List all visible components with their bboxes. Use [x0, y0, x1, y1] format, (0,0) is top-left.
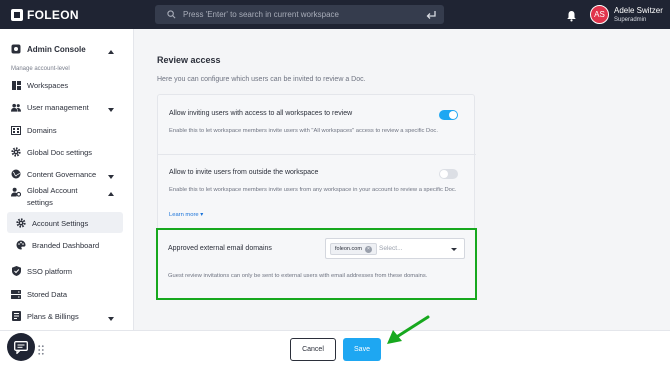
sidebar-item-label: Content Governance: [27, 169, 97, 179]
action-footer: Cancel Save: [0, 330, 670, 367]
chevron-down-icon[interactable]: [108, 314, 114, 323]
sidebar-item-label-group: Global Account settings: [27, 185, 77, 209]
sidebar-item-workspaces[interactable]: Workspaces: [0, 80, 134, 90]
sidebar-header-admin-console[interactable]: Admin Console: [0, 44, 134, 54]
sidebar-header-label: Admin Console: [27, 44, 86, 54]
sidebar-item-label: SSO platform: [27, 266, 73, 276]
sidebar-item-label: Branded Dashboard: [32, 240, 100, 250]
search-icon: [163, 7, 179, 23]
sidebar-subheader: Manage account-level: [11, 66, 70, 72]
user-name[interactable]: Adele Switzer: [614, 6, 663, 15]
storage-icon: [11, 289, 21, 299]
domains-select[interactable]: foleon.com × Select...: [325, 238, 465, 259]
sidebar-item-global-doc-settings[interactable]: Global Doc settings: [0, 147, 134, 157]
approved-domains-desc: Guest review invitations can only be sen…: [168, 273, 428, 279]
notifications-bell-icon[interactable]: [566, 9, 577, 27]
chevron-up-icon[interactable]: [108, 189, 114, 198]
sidebar-item-branded-dashboard[interactable]: Branded Dashboard: [0, 240, 134, 250]
learn-more-label: Learn more: [169, 212, 199, 218]
domain-chip: foleon.com ×: [330, 243, 377, 255]
search-input[interactable]: [183, 10, 423, 19]
sidebar-item-label-line2: settings: [27, 198, 53, 207]
sidebar-item-plans-billings[interactable]: Plans & Billings: [0, 311, 134, 321]
sidebar-item-domains[interactable]: Domains: [0, 125, 134, 135]
sidebar-item-label: Global Account: [27, 186, 78, 195]
option-outside-workspace-desc: Enable this to let workspace members inv…: [169, 187, 457, 193]
enter-key-icon: [425, 8, 437, 26]
domains-icon: [11, 125, 21, 135]
brand-logo[interactable]: FOLEON: [11, 8, 79, 22]
logo-mark-icon: [11, 9, 23, 21]
sidebar-item-stored-data[interactable]: Stored Data: [0, 289, 134, 299]
sidebar-item-account-settings[interactable]: Account Settings: [0, 218, 134, 228]
admin-console-icon: [11, 44, 21, 54]
remove-chip-icon[interactable]: ×: [364, 245, 372, 253]
sidebar-item-label: Global Doc settings: [27, 147, 93, 157]
billing-icon: [11, 311, 21, 321]
workspaces-icon: [11, 80, 21, 90]
gear-icon: [16, 218, 26, 228]
account-settings-icon: [11, 187, 21, 197]
sidebar-item-user-management[interactable]: User management: [0, 102, 134, 112]
select-placeholder: Select...: [379, 245, 403, 252]
chat-bubble-icon: [14, 340, 28, 354]
sidebar-item-label: User management: [27, 102, 89, 112]
sidebar-item-content-governance[interactable]: Content Governance: [0, 169, 134, 179]
option-all-workspaces-desc: Enable this to let workspace members inv…: [169, 128, 438, 134]
option-all-workspaces-title: Allow inviting users with access to all …: [169, 110, 353, 117]
approved-domains-label: Approved external email domains: [168, 245, 272, 252]
palette-icon: [16, 240, 26, 250]
sidebar-item-label: Plans & Billings: [27, 311, 79, 321]
user-avatar[interactable]: AS: [590, 5, 609, 24]
chevron-down-icon[interactable]: [108, 172, 114, 181]
cancel-button[interactable]: Cancel: [290, 338, 336, 361]
sidebar-item-label: Account Settings: [32, 218, 89, 228]
section-intro: Here you can configure which users can b…: [157, 76, 366, 83]
learn-more-link[interactable]: Learn more ▾: [169, 212, 203, 218]
users-icon: [11, 102, 21, 112]
user-role: Superadmin: [614, 17, 647, 23]
toggle-all-workspaces[interactable]: [439, 110, 458, 120]
annotation-arrow-icon: [383, 314, 431, 351]
sidebar-item-global-account-settings[interactable]: Global Account settings: [0, 185, 134, 209]
toggle-outside-workspace[interactable]: [439, 169, 458, 179]
brand-name: FOLEON: [27, 8, 79, 22]
toggle-knob: [449, 111, 457, 119]
top-bar: FOLEON AS Adele Switzer Superadmin: [0, 0, 670, 29]
domain-chip-label: foleon.com: [335, 246, 362, 252]
shield-icon: [11, 266, 21, 276]
sidebar-item-label: Stored Data: [27, 289, 68, 299]
section-title: Review access: [157, 55, 221, 65]
review-settings-card: Allow inviting users with access to all …: [156, 94, 477, 300]
toggle-knob: [440, 170, 448, 178]
card-divider: [158, 154, 476, 155]
drag-handle-icon[interactable]: [38, 342, 44, 360]
save-button[interactable]: Save: [343, 338, 381, 361]
chevron-down-icon: ▾: [200, 212, 204, 218]
chat-support-button[interactable]: [7, 333, 35, 361]
globe-icon: [11, 169, 21, 179]
sidebar-item-label: Domains: [27, 125, 57, 135]
sidebar-item-sso-platform[interactable]: SSO platform: [0, 266, 134, 276]
option-outside-workspace-title: Allow to invite users from outside the w…: [169, 169, 319, 176]
gear-icon: [11, 147, 21, 157]
sidebar: Admin Console Manage account-level Works…: [0, 29, 134, 367]
chevron-up-icon[interactable]: [108, 47, 114, 56]
approved-domains-section: Approved external email domains foleon.c…: [156, 228, 477, 300]
caret-down-icon[interactable]: [451, 248, 457, 251]
search-bar: [155, 5, 444, 24]
chevron-down-icon[interactable]: [108, 105, 114, 114]
sidebar-item-label: Workspaces: [27, 80, 69, 90]
main-content: Review access Here you can configure whi…: [135, 29, 670, 335]
